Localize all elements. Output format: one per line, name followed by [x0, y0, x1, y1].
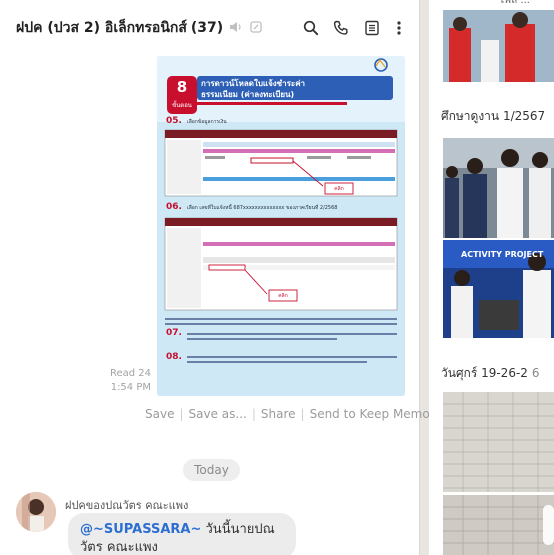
headline-line-2: ธรรมเนียม (ค่าลงทะเบียน)	[201, 90, 295, 99]
chat-panel: ฝปค (ปวส 2) อิเล็กทรอนิกส์ (37) 8 ขั้นตอ…	[0, 0, 430, 555]
album-title-2-text: วันศุกร์ 19-26-2	[441, 366, 528, 380]
read-receipt: Read 24	[109, 368, 151, 379]
click-label-2: คลิก	[278, 293, 288, 299]
message-time: 1:54 PM	[110, 382, 151, 393]
share-link[interactable]: Share	[261, 407, 296, 421]
day-divider: Today	[183, 459, 240, 481]
click-label-1: คลิก	[334, 186, 344, 192]
step-badge-sub: ขั้นตอน	[172, 102, 192, 109]
album-thumbnail-3[interactable]	[443, 392, 554, 492]
message-meta: Read 24 1:54 PM	[100, 367, 151, 395]
album-panel: ไฟล์ ... ศึกษาดูงาน 1/2567 ACTIVITY PROJ…	[429, 0, 554, 555]
search-icon[interactable]	[300, 17, 322, 39]
phone-icon[interactable]	[330, 17, 352, 39]
step-8-number: 08.	[166, 352, 182, 362]
shared-image[interactable]: 8 ขั้นตอน การดาวน์โหลดใบแจ้งชำระค่า ธรรม…	[157, 56, 405, 396]
step-7-number: 07.	[166, 328, 182, 338]
chat-title[interactable]: ฝปค (ปวส 2) อิเล็กทรอนิกส์	[16, 17, 187, 39]
album-title-2[interactable]: วันศุกร์ 19-26-2 6	[441, 364, 540, 383]
incoming-message-bubble[interactable]: @~SUPASSARA~ วันนี้นายปณวัตร คณะแพง	[68, 513, 296, 555]
album-thumbnail-1[interactable]	[443, 138, 554, 238]
mention-tag[interactable]: @~SUPASSARA~	[80, 522, 201, 537]
notes-icon[interactable]	[249, 20, 263, 37]
more-icon[interactable]	[388, 17, 410, 39]
album-thumbnail-4[interactable]	[443, 495, 554, 555]
step-6-text: เลือก เลขที่ใบแจ้งหนี้ 687xxxxxxxxxxxxxx…	[187, 205, 338, 211]
album-count-2: 6	[531, 366, 540, 380]
image-actions: Save | Save as... | Share | Send to Keep Memo	[145, 407, 430, 421]
save-link[interactable]: Save	[145, 407, 174, 421]
step-5-number: 05.	[166, 116, 182, 126]
speaker-icon[interactable]	[229, 21, 243, 36]
banner-text: ACTIVITY PROJECT	[461, 250, 544, 259]
sender-name: ฝปคของปณวัตร คณะแพง	[65, 499, 189, 512]
avatar[interactable]	[16, 492, 56, 532]
list-icon[interactable]	[361, 17, 383, 39]
album-thumbnail-2[interactable]: ACTIVITY PROJECT	[443, 240, 554, 338]
chat-header: ฝปค (ปวส 2) อิเล็กทรอนิกส์ (37)	[0, 0, 420, 56]
album-thumbnail-0[interactable]	[443, 10, 554, 82]
step-badge: 8	[176, 78, 188, 96]
save-as-link[interactable]: Save as...	[189, 407, 247, 421]
send-to-keep-memo-link[interactable]: Send to Keep Memo	[310, 407, 430, 421]
app-window: ฝปค (ปวส 2) อิเล็กทรอนิกส์ (37) 8 ขั้นตอ…	[0, 0, 554, 555]
step-6-number: 06.	[166, 202, 182, 212]
gallery-top-label: ไฟล์ ...	[499, 0, 530, 6]
step-5-text: เลือกข้อมูลการเงิน	[187, 119, 227, 125]
album-title-1[interactable]: ศึกษาดูงาน 1/2567	[441, 107, 545, 126]
member-count[interactable]: (37)	[191, 20, 223, 36]
